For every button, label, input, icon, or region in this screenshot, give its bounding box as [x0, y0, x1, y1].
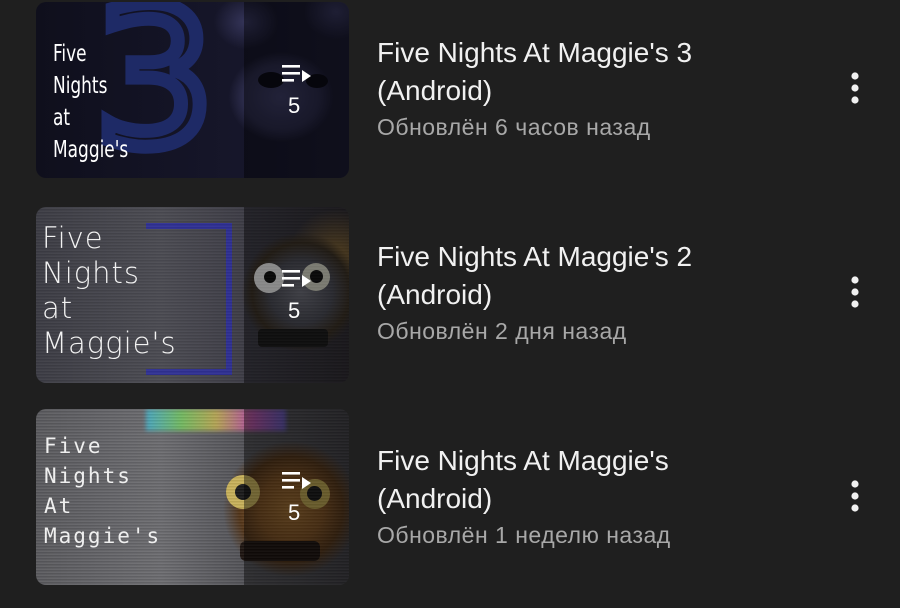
playlist-updated: Обновлён 2 дня назад	[377, 318, 627, 344]
thumbnail-overlay	[244, 207, 349, 383]
playlist-play-icon	[282, 65, 311, 82]
video-count: 5	[288, 93, 301, 118]
playlist-info[interactable]: Five Nights At Maggie's 2 (Android) Обно…	[377, 238, 797, 345]
playlist-thumbnail[interactable]: Five Nights at Maggie's 5	[36, 207, 349, 383]
playlist-updated: Обновлён 1 неделю назад	[377, 522, 671, 548]
playlist-title[interactable]: Five Nights At Maggie's 2 (Android)	[377, 238, 797, 314]
playlist-play-icon	[282, 472, 311, 489]
thumbnail-title-text: Five Nights at Maggie's	[42, 221, 177, 360]
playlist-item[interactable]: 3 Five Nights at Maggie's 5 Five Nights …	[0, 0, 900, 180]
more-vert-icon	[851, 276, 859, 308]
more-options-button[interactable]	[838, 66, 872, 110]
playlist-title[interactable]: Five Nights At Maggie's 3 (Android)	[377, 34, 797, 110]
playlist-info[interactable]: Five Nights At Maggie's 3 (Android) Обно…	[377, 34, 797, 141]
playlist-item[interactable]: Five Nights at Maggie's 5 Five Nights At…	[0, 204, 900, 384]
thumbnail-title-text: Five Nights At Maggie's	[44, 434, 162, 548]
thumbnail-overlay	[244, 2, 349, 178]
more-vert-icon	[851, 480, 859, 512]
thumbnail-overlay	[244, 409, 349, 585]
playlist-thumbnail[interactable]: 3 Five Nights at Maggie's 5	[36, 2, 349, 178]
playlist-item[interactable]: Five Nights At Maggie's 5 Five Nights At…	[0, 408, 900, 588]
playlist-thumbnail[interactable]: Five Nights At Maggie's 5	[36, 409, 349, 585]
thumbnail-title-text: Five Nights at Maggie's	[53, 41, 129, 163]
video-count: 5	[288, 298, 301, 323]
more-options-button[interactable]	[838, 474, 872, 518]
more-vert-icon	[851, 72, 859, 104]
more-options-button[interactable]	[838, 270, 872, 314]
video-count: 5	[288, 500, 301, 525]
playlist-list: 3 Five Nights at Maggie's 5 Five Nights …	[0, 0, 900, 608]
playlist-info[interactable]: Five Nights At Maggie's (Android) Обновл…	[377, 442, 797, 549]
playlist-updated: Обновлён 6 часов назад	[377, 114, 651, 140]
playlist-title[interactable]: Five Nights At Maggie's (Android)	[377, 442, 797, 518]
playlist-play-icon	[282, 270, 311, 287]
